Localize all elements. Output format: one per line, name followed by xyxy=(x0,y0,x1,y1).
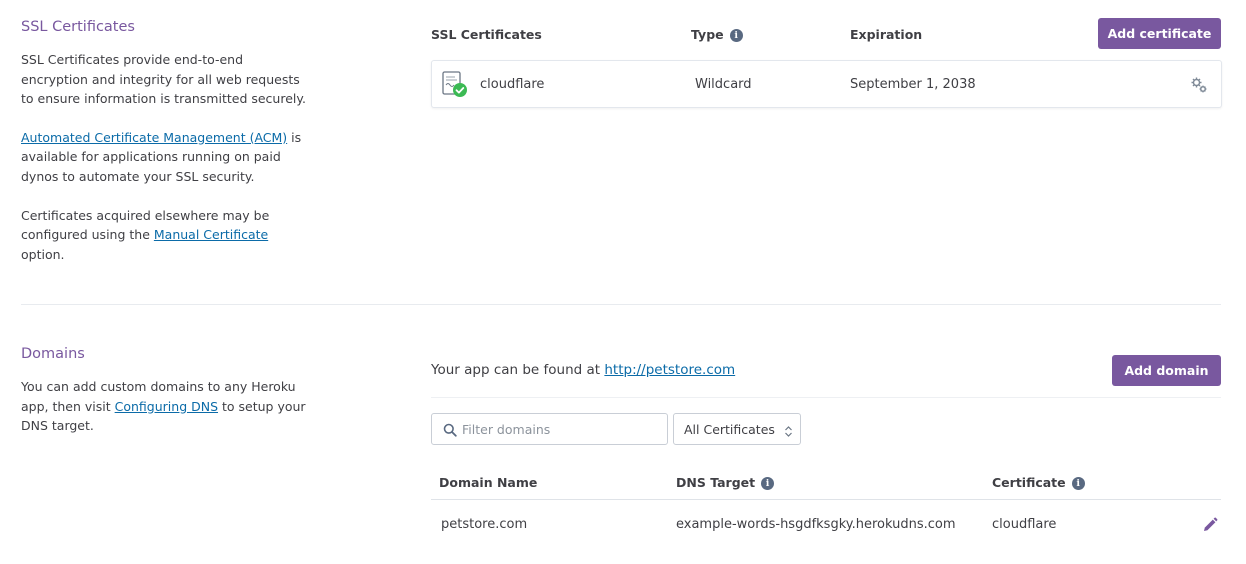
table-row: petstore.com example-words-hsgdfksgky.he… xyxy=(431,500,1221,550)
app-url-label: Your app can be found at xyxy=(431,362,605,378)
ssl-col-type-header: Type i xyxy=(691,27,743,42)
certificate-filter-value: All Certificates xyxy=(684,422,775,437)
domains-section-title: Domains xyxy=(21,346,85,362)
ssl-desc-paragraph-1: SSL Certificates provide end-to-end encr… xyxy=(21,52,306,107)
domain-col-name-header: Domain Name xyxy=(439,475,538,490)
domain-col-certificate-label: Certificate xyxy=(992,475,1066,490)
manual-certificate-link[interactable]: Manual Certificate xyxy=(154,227,268,242)
acm-link[interactable]: Automated Certificate Management (ACM) xyxy=(21,130,287,145)
ssl-desc-paragraph-3-end: option. xyxy=(21,246,65,262)
ssl-cert-name: cloudflare xyxy=(480,77,545,92)
domain-col-certificate-header: Certificate i xyxy=(992,475,1085,490)
app-url-line: Your app can be found at http://petstore… xyxy=(431,362,735,378)
info-icon[interactable]: i xyxy=(761,477,775,490)
ssl-section-title: SSL Certificates xyxy=(21,19,135,35)
certificate-cell: cloudflare xyxy=(992,517,1057,532)
search-icon xyxy=(443,422,457,437)
ssl-desc-paragraph-3: Certificates acquired elsewhere may be c… xyxy=(21,206,306,265)
info-icon[interactable]: i xyxy=(1071,477,1085,490)
ssl-desc-paragraph-2: Automated Certificate Management (ACM) i… xyxy=(21,128,306,187)
chevron-updown-icon xyxy=(784,423,793,437)
dns-target-cell: example-words-hsgdfksgky.herokudns.com xyxy=(676,517,956,532)
info-icon[interactable]: i xyxy=(729,29,743,42)
ssl-description: SSL Certificates provide end-to-end encr… xyxy=(21,50,306,264)
filter-domains-placeholder: Filter domains xyxy=(462,422,551,437)
domain-name-cell: petstore.com xyxy=(441,517,528,532)
domains-description: You can add custom domains to any Heroku… xyxy=(21,377,306,436)
domains-header-divider xyxy=(431,397,1221,398)
ssl-col-expiration-header: Expiration xyxy=(850,27,923,42)
ssl-cert-expiration: September 1, 2038 xyxy=(850,77,976,92)
domain-col-dns-label: DNS Target xyxy=(676,475,756,490)
pencil-icon[interactable] xyxy=(1201,516,1219,534)
domain-col-dns-header: DNS Target i xyxy=(676,475,775,490)
certificate-filter-select[interactable]: All Certificates xyxy=(673,413,801,445)
filter-domains-input[interactable]: Filter domains xyxy=(431,413,668,445)
ssl-col-name-header: SSL Certificates xyxy=(431,27,542,42)
certificate-check-icon xyxy=(441,71,469,99)
add-domain-button[interactable]: Add domain xyxy=(1112,355,1221,386)
gears-icon[interactable] xyxy=(1189,75,1209,95)
section-divider xyxy=(21,304,1221,305)
configuring-dns-link[interactable]: Configuring DNS xyxy=(115,399,218,414)
add-certificate-button[interactable]: Add certificate xyxy=(1098,18,1221,49)
ssl-col-type-label: Type xyxy=(691,27,724,42)
ssl-cert-type: Wildcard xyxy=(695,77,752,92)
ssl-certificate-row[interactable]: cloudflare Wildcard September 1, 2038 xyxy=(431,60,1222,108)
app-url-link[interactable]: http://petstore.com xyxy=(604,362,735,378)
